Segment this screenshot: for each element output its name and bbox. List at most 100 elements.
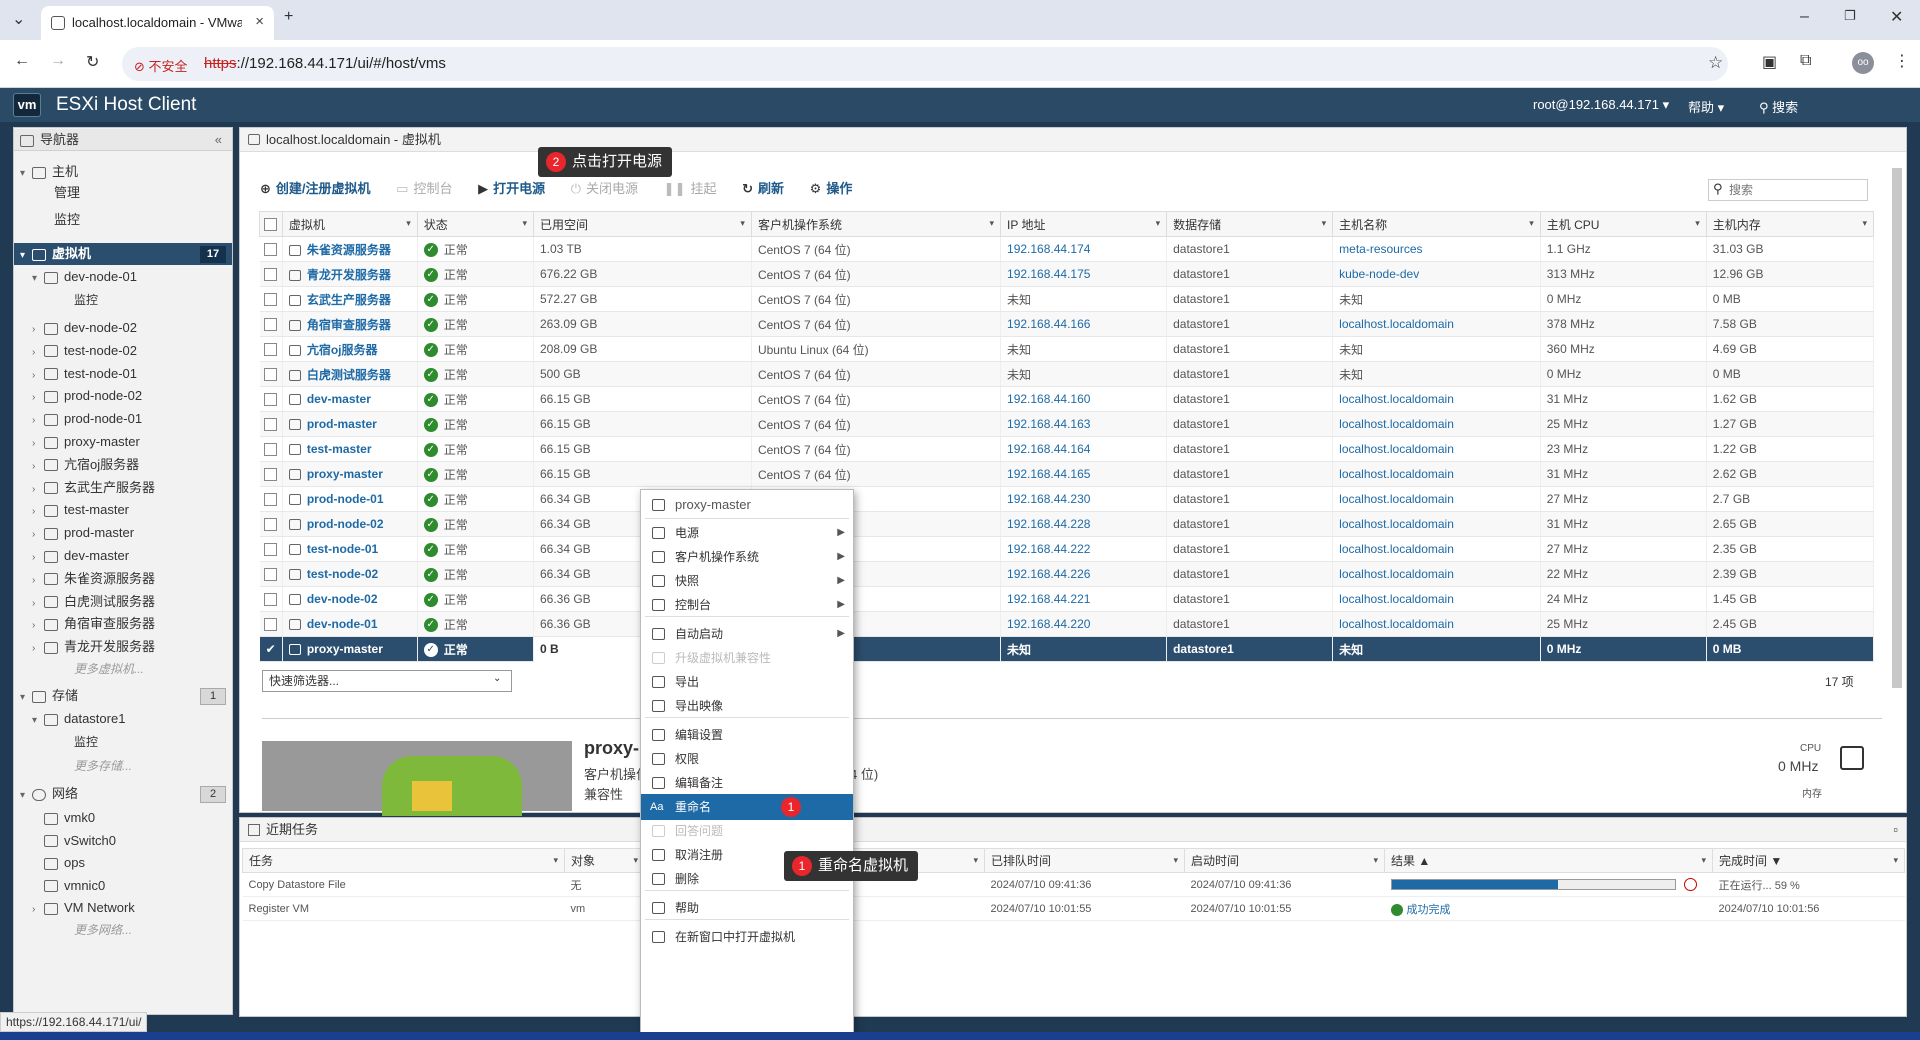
task-column-header[interactable]: 对象 ▾ <box>564 848 645 873</box>
table-cell[interactable]: prod-node-01 <box>282 486 418 512</box>
row-checkbox[interactable] <box>264 618 278 632</box>
column-header[interactable]: 客户机操作系统 ▾ <box>750 211 1002 237</box>
row-checkbox[interactable] <box>264 593 278 607</box>
context-menu-item[interactable]: 升级虚拟机兼容性 <box>641 645 853 671</box>
back-icon[interactable]: ← <box>14 52 30 70</box>
chevron-down-icon[interactable]: ▾ <box>1529 218 1534 229</box>
context-menu-item[interactable]: 电源 ▶ <box>641 520 853 546</box>
table-cell[interactable]: dev-node-01 <box>282 611 418 637</box>
table-row[interactable]: test-master ✓ 正常 66.15 GB CentOS 7 (64 位) 192… <box>259 436 1875 462</box>
context-menu-item[interactable]: 回答问题 <box>641 818 853 844</box>
power-on-button[interactable]: ▶ 打开电源 <box>478 178 545 197</box>
nav-datastore-monitor[interactable]: 监控 <box>14 731 232 753</box>
chevron-down-icon[interactable]: ▾ <box>990 218 995 229</box>
chevron-down-icon[interactable]: ▾ <box>1373 855 1378 866</box>
nav-host-manage[interactable]: 管理 <box>14 182 232 204</box>
table-cell[interactable]: 192.168.44.174 <box>1000 236 1168 262</box>
context-menu-item[interactable]: 客户机操作系统 ▶ <box>641 544 853 570</box>
table-cell[interactable]: 192.168.44.220 <box>1000 611 1168 637</box>
context-menu-item[interactable]: 在新窗口中打开虚拟机 <box>641 924 853 950</box>
row-select-cell[interactable] <box>259 511 283 537</box>
table-row[interactable]: dev-node-02 ✓ 正常 66.36 GB 192.168.44.221 data… <box>259 586 1875 612</box>
nav-vms[interactable]: ▾ 虚拟机 17 <box>14 243 232 265</box>
column-header[interactable]: 主机内存 ▾ <box>1705 211 1875 237</box>
new-tab-icon[interactable]: + <box>284 8 293 26</box>
table-cell[interactable]: 192.168.44.160 <box>1000 386 1168 412</box>
nav-vm-monitor[interactable]: 监控 <box>14 289 232 311</box>
chevron-down-icon[interactable]: ▾ <box>1695 218 1700 229</box>
context-menu-item[interactable]: 导出 <box>641 669 853 695</box>
vm-search-input[interactable]: 搜索 <box>1708 179 1868 201</box>
context-menu-item[interactable]: 权限 <box>641 746 853 772</box>
row-select-cell[interactable] <box>259 386 283 412</box>
table-cell[interactable]: 角宿审查服务器 <box>282 311 418 337</box>
context-menu-item[interactable]: 自动启动 ▶ <box>641 621 853 647</box>
row-select-cell[interactable] <box>259 436 283 462</box>
table-cell[interactable]: localhost.localdomain <box>1332 436 1541 462</box>
table-cell[interactable]: 192.168.44.226 <box>1000 561 1168 587</box>
row-select-cell[interactable] <box>259 611 283 637</box>
row-select-cell[interactable] <box>259 586 283 612</box>
nav-datastore[interactable]: ▾ datastore1 <box>14 708 232 730</box>
table-cell[interactable]: localhost.localdomain <box>1332 511 1541 537</box>
task-column-header[interactable]: 已排队时间 ▾ <box>984 848 1185 873</box>
row-checkbox[interactable] <box>264 243 278 257</box>
vertical-scrollbar[interactable] <box>1892 168 1902 688</box>
table-cell[interactable]: 192.168.44.163 <box>1000 411 1168 437</box>
task-column-header[interactable]: 完成时间 ▼ ▾ <box>1712 848 1905 873</box>
suspend-button[interactable]: ❚❚ 挂起 <box>664 178 717 197</box>
chevron-down-icon[interactable]: ▾ <box>1893 855 1898 866</box>
row-select-cell[interactable] <box>259 361 283 387</box>
bookmark-star-icon[interactable]: ☆ <box>1708 53 1723 73</box>
close-window-icon[interactable]: ✕ <box>1890 7 1903 27</box>
context-menu-item[interactable]: 导出映像 <box>641 693 853 719</box>
context-menu-item[interactable]: 编辑备注 <box>641 770 853 796</box>
table-cell[interactable]: test-node-01 <box>282 536 418 562</box>
minimize-icon[interactable]: – <box>1800 8 1809 26</box>
table-cell[interactable]: 玄武生产服务器 <box>282 286 418 312</box>
table-cell[interactable]: prod-master <box>282 411 418 437</box>
maximize-icon[interactable]: ▫ <box>1893 818 1898 842</box>
table-row[interactable]: 玄武生产服务器 ✓ 正常 572.27 GB CentOS 7 (64 位) 未知 data… <box>259 286 1875 312</box>
context-menu-item[interactable]: 控制台 ▶ <box>641 592 853 618</box>
table-cell[interactable]: 192.168.44.165 <box>1000 461 1168 487</box>
row-select-cell[interactable] <box>259 236 283 262</box>
row-checkbox[interactable] <box>264 468 278 482</box>
nav-vm-item[interactable]: › prod-node-01 <box>14 408 232 430</box>
table-cell[interactable]: localhost.localdomain <box>1332 411 1541 437</box>
column-header[interactable]: 数据存储 ▾ <box>1166 211 1334 237</box>
table-cell[interactable]: 亢宿oj服务器 <box>282 336 418 362</box>
table-cell[interactable]: 192.168.44.221 <box>1000 586 1168 612</box>
forward-icon[interactable]: → <box>50 52 66 70</box>
table-cell[interactable]: localhost.localdomain <box>1332 486 1541 512</box>
more-network-link[interactable]: 更多网络... <box>14 919 232 941</box>
column-header[interactable]: IP 地址 ▾ <box>1000 211 1168 237</box>
tab-list-icon[interactable]: ⌄ <box>12 9 25 29</box>
chevron-down-icon[interactable]: ▾ <box>1862 218 1867 229</box>
nav-network[interactable]: ▾ 网络 2 <box>14 783 232 805</box>
table-row[interactable]: ✔ proxy-master ✓ 正常 0 B 未知 datastore1 未知 0 MHz 0 … <box>259 636 1875 662</box>
context-menu-item[interactable]: 帮助 <box>641 895 853 921</box>
puzzle-icon[interactable]: ⧉ <box>1800 52 1811 70</box>
table-row[interactable]: prod-master ✓ 正常 66.15 GB CentOS 7 (64 位) 192… <box>259 411 1875 437</box>
task-row[interactable]: Copy Datastore File 无 2024/07/10 09:41:36 2… <box>242 872 1905 897</box>
help-menu[interactable]: 帮助 ▾ <box>1688 97 1724 116</box>
table-cell[interactable]: localhost.localdomain <box>1332 461 1541 487</box>
nav-network-item[interactable]: vmnic0 <box>14 875 232 897</box>
nav-network-item[interactable]: vSwitch0 <box>14 830 232 852</box>
table-cell[interactable]: meta-resources <box>1332 236 1541 262</box>
table-row[interactable]: 青龙开发服务器 ✓ 正常 676.22 GB CentOS 7 (64 位) 192.16… <box>259 261 1875 287</box>
chevron-down-icon[interactable]: ▾ <box>1701 855 1706 866</box>
nav-vm-item[interactable]: › test-node-01 <box>14 363 232 385</box>
table-cell[interactable]: 192.168.44.175 <box>1000 261 1168 287</box>
nav-vm-item[interactable]: › proxy-master <box>14 431 232 453</box>
profile-avatar[interactable]: oo <box>1852 52 1874 74</box>
task-row[interactable]: Register VM vm 2024/07/10 10:01:55 2024/07/… <box>242 896 1905 921</box>
row-select-cell[interactable]: ✔ <box>259 636 283 662</box>
row-checkbox[interactable] <box>264 343 278 357</box>
row-select-cell[interactable] <box>259 486 283 512</box>
nav-vm-item[interactable]: › prod-master <box>14 522 232 544</box>
row-select-cell[interactable] <box>259 561 283 587</box>
row-checkbox[interactable] <box>264 443 278 457</box>
table-cell[interactable]: 青龙开发服务器 <box>282 261 418 287</box>
